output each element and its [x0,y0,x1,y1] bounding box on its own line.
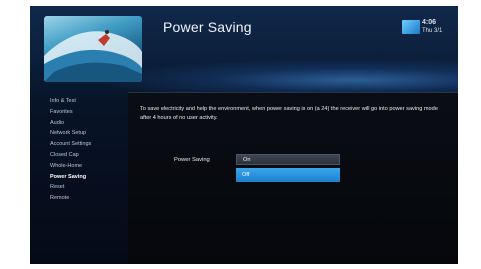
power-saving-label: Power Saving [174,157,210,163]
menu-item-reset[interactable]: Reset [48,182,138,193]
menu-item-remote[interactable]: Remote [48,193,138,204]
clock-time: 4:06 [422,19,437,26]
power-saving-select[interactable]: On [236,154,340,165]
power-saving-description: To save electricity and help the environ… [140,106,438,121]
settings-menu: Info & Test Favorites Audio Network Setu… [48,96,138,204]
clock-date: Thu 3/1 [422,28,443,34]
menu-item-network-setup[interactable]: Network Setup [48,128,138,139]
power-saving-selected-value: On [243,156,251,163]
tv-screen: Power Saving 4:06 Thu 3/1 Info & Test Fa… [30,6,458,264]
page-title: Power Saving [163,19,252,35]
surfer-wave-image [44,30,142,82]
menu-item-closed-cap[interactable]: Closed Cap [48,150,138,161]
menu-item-info-test[interactable]: Info & Test [48,96,138,107]
clock: 4:06 Thu 3/1 [422,19,454,35]
menu-item-whole-home[interactable]: Whole-Home [48,161,138,172]
menu-item-account-settings[interactable]: Account Settings [48,139,138,150]
menu-item-power-saving[interactable]: Power Saving [48,172,138,183]
power-saving-option-off[interactable]: Off [236,168,340,182]
option-label: Off [242,171,250,178]
settings-panel: To save electricity and help the environ… [128,92,458,264]
brand-logo [402,20,420,34]
menu-item-favorites[interactable]: Favorites [48,107,138,118]
preview-thumbnail [44,16,142,82]
menu-item-audio[interactable]: Audio [48,118,138,129]
